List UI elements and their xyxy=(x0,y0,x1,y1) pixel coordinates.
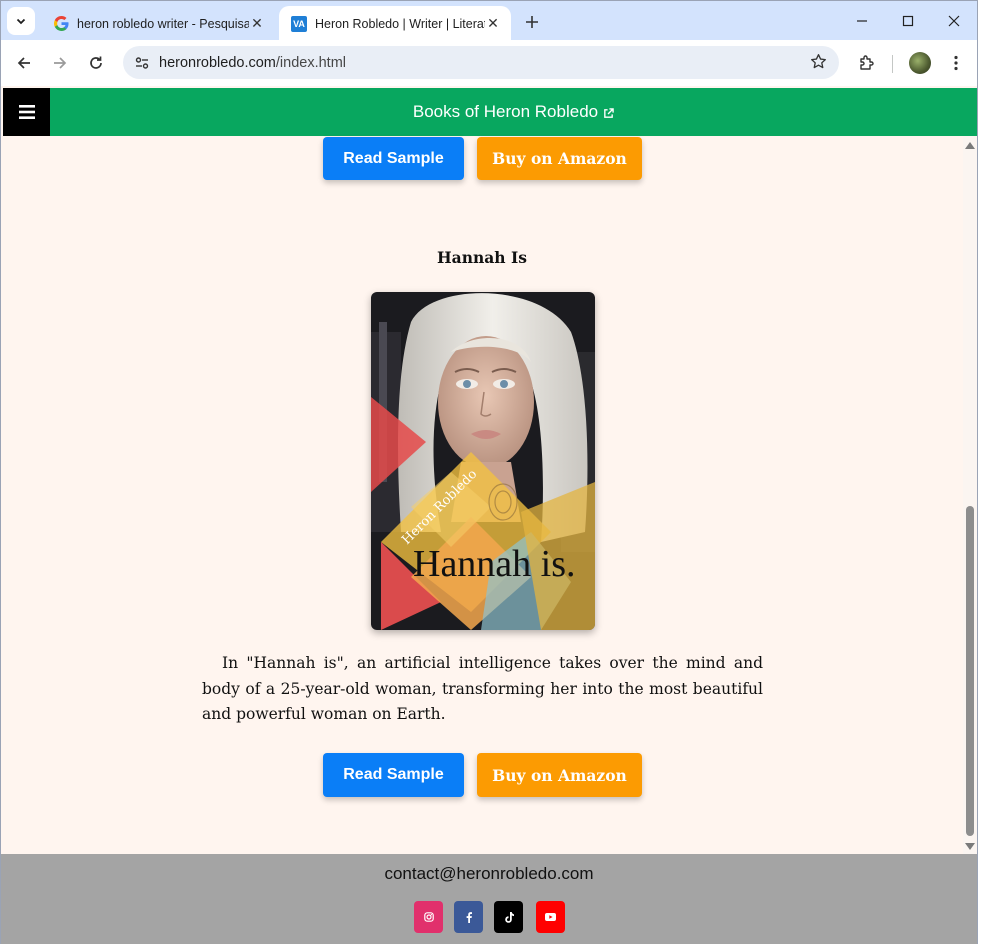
book-cover-image[interactable]: Heron Robledo Hannah is. xyxy=(371,292,595,630)
read-sample-button[interactable]: Read Sample xyxy=(323,137,464,180)
tab-heron-robledo[interactable]: VA Heron Robledo | Writer | Literat ✕ xyxy=(279,6,511,41)
bookmark-star-icon[interactable] xyxy=(810,53,827,75)
maximize-button[interactable] xyxy=(885,1,931,41)
scroll-down-arrow-icon[interactable] xyxy=(965,843,975,850)
instagram-link[interactable] xyxy=(414,901,443,933)
site-info-icon[interactable] xyxy=(125,55,159,71)
browser-tab-strip: heron robledo writer - Pesquisa ✕ VA Her… xyxy=(0,0,978,41)
browser-menu-button[interactable] xyxy=(942,49,970,77)
hamburger-icon xyxy=(18,105,35,119)
reload-icon xyxy=(90,56,102,69)
puzzle-icon xyxy=(860,55,874,70)
extensions-button[interactable] xyxy=(853,49,881,77)
tab-title: heron robledo writer - Pesquisa xyxy=(77,16,249,31)
google-g-icon xyxy=(53,16,69,32)
vertical-scrollbar[interactable] xyxy=(963,136,977,854)
instagram-icon xyxy=(423,912,434,922)
arrow-right-icon xyxy=(54,57,67,69)
scrollbar-thumb[interactable] xyxy=(966,506,974,836)
facebook-link[interactable] xyxy=(454,901,483,933)
url-path: /index.html xyxy=(275,54,347,71)
arrow-left-icon xyxy=(17,57,30,69)
maximize-icon xyxy=(902,15,914,27)
tiktok-link[interactable] xyxy=(494,901,523,933)
scroll-up-arrow-icon[interactable] xyxy=(965,142,975,149)
plus-icon xyxy=(526,16,538,28)
tab-google-search[interactable]: heron robledo writer - Pesquisa ✕ xyxy=(41,6,275,41)
cover-title-text: Hannah is. xyxy=(413,543,576,585)
minimize-icon xyxy=(857,20,867,22)
site-header: Books of Heron Robledo xyxy=(3,88,977,136)
books-link[interactable]: Books of Heron Robledo xyxy=(50,88,977,136)
close-tab-icon[interactable]: ✕ xyxy=(485,15,501,32)
book-description: In "Hannah is", an artificial intelligen… xyxy=(202,654,763,724)
tab-search-button[interactable] xyxy=(7,7,35,35)
back-button[interactable] xyxy=(10,49,38,77)
youtube-icon xyxy=(545,913,556,921)
close-window-button[interactable] xyxy=(931,1,977,41)
book-title: Hannah Is xyxy=(437,248,527,267)
va-icon: VA xyxy=(291,15,307,32)
kebab-menu-icon xyxy=(954,55,958,71)
tab-title: Heron Robledo | Writer | Literat xyxy=(315,16,485,31)
read-sample-button[interactable]: Read Sample xyxy=(323,753,464,797)
page-viewport: Books of Heron Robledo Read Sample Buy o… xyxy=(0,86,978,944)
site-title-text: Books of Heron Robledo xyxy=(412,102,599,121)
profile-avatar[interactable] xyxy=(909,52,931,74)
chevron-down-icon xyxy=(16,18,26,25)
new-tab-button[interactable] xyxy=(519,9,545,35)
facebook-icon xyxy=(466,911,472,923)
hamburger-menu-button[interactable] xyxy=(3,88,50,136)
external-link-icon xyxy=(604,108,614,118)
contact-email[interactable]: contact@heronrobledo.com xyxy=(1,864,977,884)
toolbar-divider xyxy=(892,55,893,73)
buy-on-amazon-button[interactable]: Buy on Amazon xyxy=(477,137,642,180)
site-footer: contact@heronrobledo.com xyxy=(1,854,977,944)
url-text: heronrobledo.com/index.html xyxy=(159,55,346,71)
youtube-link[interactable] xyxy=(536,901,565,933)
buy-on-amazon-button[interactable]: Buy on Amazon xyxy=(477,753,642,797)
url-host: heronrobledo.com xyxy=(159,54,276,71)
address-bar[interactable]: heronrobledo.com/index.html xyxy=(123,46,839,79)
reload-button[interactable] xyxy=(82,49,110,77)
browser-toolbar: heronrobledo.com/index.html xyxy=(0,40,978,86)
forward-button[interactable] xyxy=(46,49,74,77)
minimize-button[interactable] xyxy=(839,1,885,41)
favicon-text: VA xyxy=(293,18,305,29)
close-icon xyxy=(948,15,960,27)
close-tab-icon[interactable]: ✕ xyxy=(249,15,265,32)
tiktok-icon xyxy=(504,911,514,923)
